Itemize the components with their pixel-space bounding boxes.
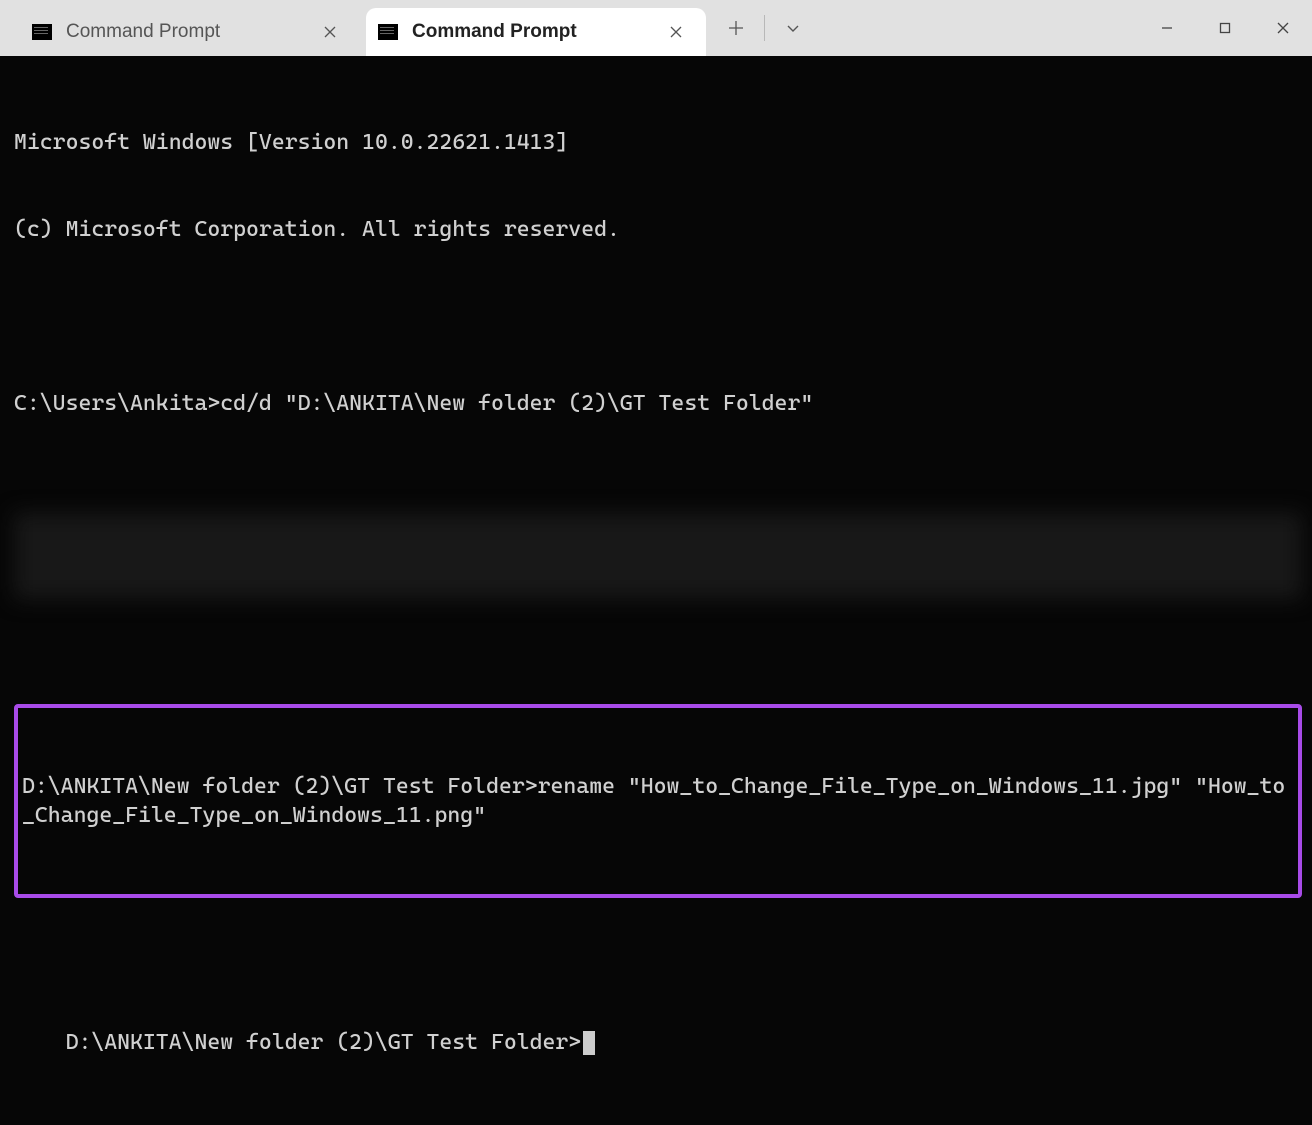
terminal-output[interactable]: Microsoft Windows [Version 10.0.22621.14…: [0, 56, 1312, 1125]
titlebar: Command Prompt Command Prompt: [0, 0, 1312, 56]
tab-strip: Command Prompt Command Prompt: [0, 0, 706, 56]
prompt-text: D:\ANKITA\New folder (2)\GT Test Folder>: [66, 1030, 582, 1055]
highlighted-command: D:\ANKITA\New folder (2)\GT Test Folder>…: [14, 704, 1302, 898]
tab-command-prompt-2[interactable]: Command Prompt: [366, 8, 706, 56]
window-controls: [1138, 0, 1312, 56]
new-tab-button[interactable]: [714, 6, 758, 50]
blank-line: [14, 302, 1302, 331]
rename-command-line: D:\ANKITA\New folder (2)\GT Test Folder>…: [22, 772, 1294, 830]
tab-close-button[interactable]: [662, 18, 690, 46]
cmd-icon: [32, 24, 52, 40]
titlebar-drag-region[interactable]: [815, 0, 1138, 56]
plus-icon: [728, 20, 744, 36]
tab-close-button[interactable]: [316, 18, 344, 46]
tab-divider: [764, 15, 765, 41]
new-tab-area: [706, 0, 815, 56]
banner-line: Microsoft Windows [Version 10.0.22621.14…: [14, 128, 1302, 157]
chevron-down-icon: [786, 21, 800, 35]
redacted-region: [14, 513, 1302, 599]
maximize-button[interactable]: [1196, 0, 1254, 56]
prompt-line: C:\Users\Ankita>cd/d "D:\ANKITA\New fold…: [14, 389, 1302, 418]
banner-line: (c) Microsoft Corporation. All rights re…: [14, 215, 1302, 244]
cursor: [583, 1031, 595, 1055]
tabs-dropdown-button[interactable]: [771, 6, 815, 50]
close-icon: [1276, 21, 1290, 35]
close-icon: [670, 26, 682, 38]
close-window-button[interactable]: [1254, 0, 1312, 56]
tab-title: Command Prompt: [412, 21, 662, 43]
tab-command-prompt-1[interactable]: Command Prompt: [20, 8, 360, 56]
tab-title: Command Prompt: [66, 21, 316, 43]
minimize-button[interactable]: [1138, 0, 1196, 56]
prompt-line: D:\ANKITA\New folder (2)\GT Test Folder>: [14, 999, 1302, 1086]
cmd-icon: [378, 24, 398, 40]
maximize-icon: [1218, 21, 1232, 35]
minimize-icon: [1160, 21, 1174, 35]
close-icon: [324, 26, 336, 38]
